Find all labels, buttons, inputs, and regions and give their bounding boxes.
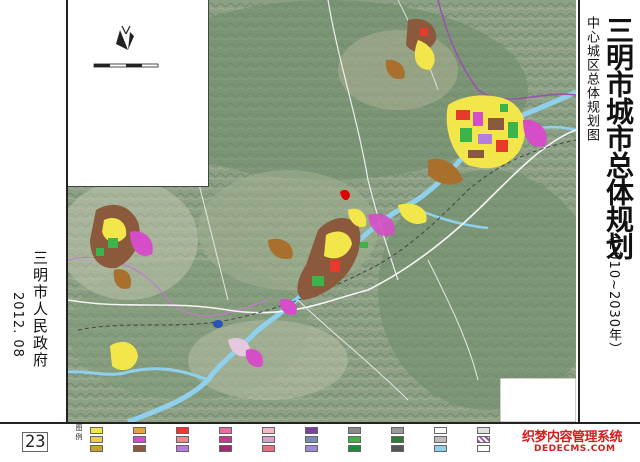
legend-swatch [348, 427, 361, 434]
legend-swatch [176, 427, 189, 434]
legend-swatch [348, 436, 361, 443]
legend-swatch [90, 427, 103, 434]
legend-swatch [477, 445, 490, 452]
legend-swatch [305, 427, 318, 434]
map-inset-corner [499, 377, 576, 422]
legend-swatch [434, 436, 447, 443]
plan-years: （2010~2030年） [606, 228, 621, 357]
page-number: 23 [22, 432, 49, 452]
legend-swatch [348, 445, 361, 452]
issuer-label: 三明市人民政府 [31, 250, 49, 369]
legend-heading: 图例 [75, 424, 83, 441]
map-subtitle: 中心城区总体规划图 [584, 16, 599, 142]
legend-swatch [434, 427, 447, 434]
legend-swatch [434, 445, 447, 452]
legend-swatch [133, 427, 146, 434]
scale-bar-icon [93, 63, 159, 68]
legend-swatch [391, 436, 404, 443]
legend-swatch [477, 436, 490, 443]
legend-swatch [90, 445, 103, 452]
legend-swatch [391, 427, 404, 434]
issue-date: 2012. 08 [10, 292, 25, 358]
legend-swatch [477, 427, 490, 434]
legend-swatch [133, 445, 146, 452]
legend-swatch [219, 436, 232, 443]
map-inset-northwest [68, 0, 209, 187]
legend-swatch [262, 445, 275, 452]
legend-swatch [391, 445, 404, 452]
legend-swatch [305, 436, 318, 443]
legend-swatch [90, 436, 103, 443]
watermark-url: DEDECMS.COM [534, 444, 616, 454]
legend-swatch [133, 436, 146, 443]
map-title: 三明市城市总体规划 [602, 16, 635, 259]
legend-swatch [176, 445, 189, 452]
map-sheet: 三明市人民政府 2012. 08 三明市城市总体规划 中心城区总体规划图 （20… [0, 0, 640, 462]
legend-swatch [305, 445, 318, 452]
legend-swatch [219, 427, 232, 434]
legend-swatch [262, 427, 275, 434]
north-arrow-icon [116, 25, 134, 50]
watermark-text: 织梦内容管理系统 [522, 430, 623, 445]
legend-swatch [176, 436, 189, 443]
legend-swatch [262, 436, 275, 443]
legend-swatch [219, 445, 232, 452]
